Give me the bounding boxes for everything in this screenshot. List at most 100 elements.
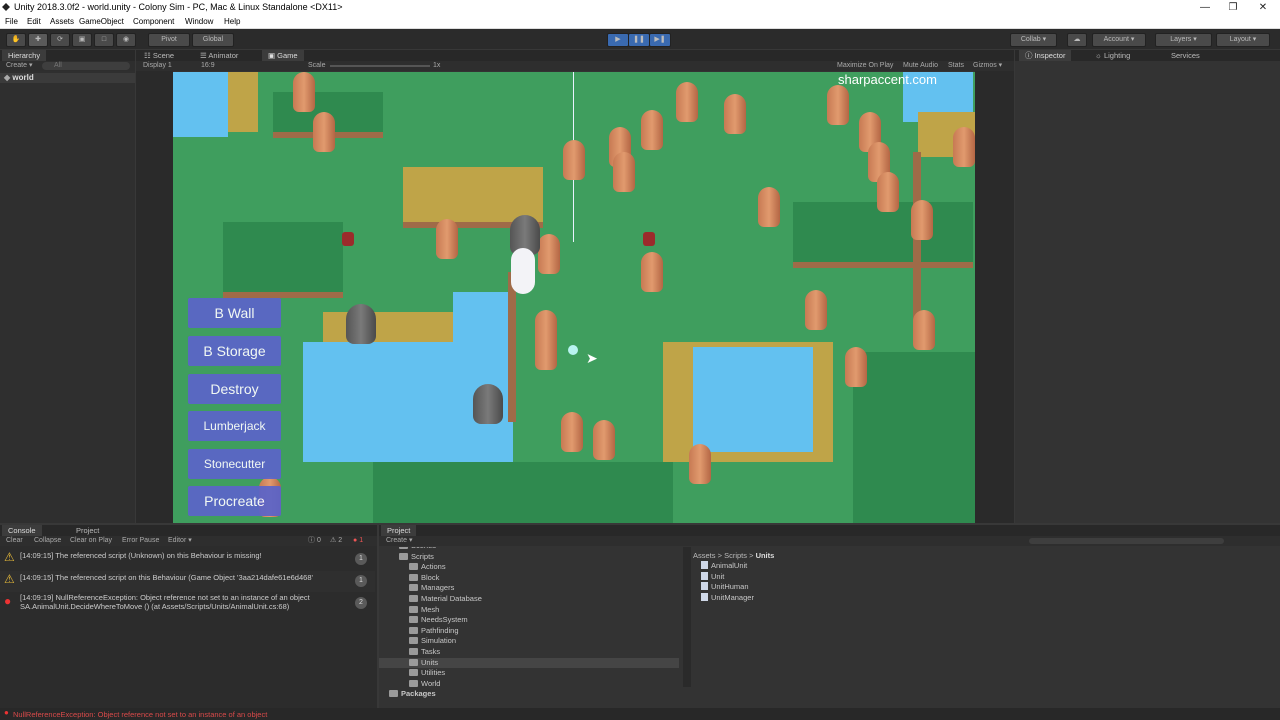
- project-tree-item[interactable]: Actions: [409, 562, 446, 572]
- tab-game[interactable]: ▣ Game: [262, 50, 304, 61]
- global-toggle[interactable]: Global: [192, 33, 234, 47]
- project-file-item[interactable]: UnitManager: [701, 592, 754, 603]
- breadcrumb-scripts[interactable]: Scripts: [724, 551, 747, 560]
- tab-hierarchy[interactable]: Hierarchy: [2, 50, 47, 61]
- project-create-button[interactable]: Create ▾: [386, 536, 412, 546]
- lumberjack-button[interactable]: Lumberjack: [188, 411, 281, 441]
- rect-tool-icon[interactable]: □: [94, 33, 114, 47]
- project-tree-item[interactable]: Packages: [389, 689, 436, 699]
- layout-dropdown[interactable]: Layout ▾: [1216, 33, 1270, 47]
- menu-gameobject[interactable]: GameObject: [79, 17, 124, 26]
- tree-stump: [911, 200, 933, 240]
- console-clear-on-play-toggle[interactable]: Clear on Play: [70, 536, 112, 546]
- console-log-entry[interactable]: ● [14:09:19] NullReferenceException: Obj…: [0, 593, 375, 614]
- project-tree-item[interactable]: Pathfinding: [409, 626, 459, 636]
- menu-assets[interactable]: Assets: [50, 17, 74, 26]
- project-tree-item[interactable]: Tasks: [409, 647, 440, 657]
- project-tree-item[interactable]: Block: [409, 573, 439, 583]
- game-viewport[interactable]: ➤ sharpaccent.com B Wall B Storage Destr…: [173, 72, 975, 523]
- tab-console[interactable]: Console: [2, 525, 42, 536]
- project-tree-item[interactable]: Scenes: [399, 547, 436, 551]
- gizmos-dropdown[interactable]: Gizmos ▾: [973, 61, 1002, 71]
- hierarchy-create-button[interactable]: Create ▾: [6, 61, 32, 71]
- file-label: Unit: [711, 571, 725, 581]
- project-file-item[interactable]: AnimalUnit: [701, 561, 747, 571]
- menu-component[interactable]: Component: [133, 17, 174, 26]
- maximize-on-play-toggle[interactable]: Maximize On Play: [837, 61, 893, 71]
- tab-inspector[interactable]: ⓘ Inspector: [1019, 50, 1072, 61]
- hand-tool-icon[interactable]: ✋: [6, 33, 26, 47]
- script-file-icon: [701, 571, 708, 580]
- mute-audio-toggle[interactable]: Mute Audio: [903, 61, 938, 71]
- destroy-button[interactable]: Destroy: [188, 374, 281, 404]
- project-tree-item[interactable]: Simulation: [409, 636, 456, 646]
- human-unit[interactable]: [643, 232, 655, 246]
- project-search-input[interactable]: [1029, 538, 1224, 544]
- cloud-icon[interactable]: ☁: [1067, 33, 1087, 47]
- error-count-badge[interactable]: ● 1: [353, 536, 363, 546]
- move-tool-icon[interactable]: ✚: [28, 33, 48, 47]
- menu-edit[interactable]: Edit: [27, 17, 41, 26]
- menu-help[interactable]: Help: [224, 17, 240, 26]
- project-tree-item[interactable]: Mesh: [409, 605, 439, 615]
- project-tree-item[interactable]: Scripts: [399, 552, 434, 562]
- console-collapse-toggle[interactable]: Collapse: [34, 536, 61, 546]
- maximize-button[interactable]: ❐: [1218, 0, 1248, 15]
- project-tree-item[interactable]: NeedsSystem: [409, 615, 468, 625]
- file-label: UnitHuman: [711, 582, 749, 591]
- project-file-item[interactable]: Unit: [701, 571, 725, 582]
- play-button-icon[interactable]: ▶: [607, 33, 629, 47]
- project-tree-scrollbar[interactable]: [683, 547, 691, 687]
- scale-tool-icon[interactable]: ▣: [72, 33, 92, 47]
- minimize-button[interactable]: —: [1190, 0, 1220, 15]
- transform-tool-icon[interactable]: ◉: [116, 33, 136, 47]
- stats-toggle[interactable]: Stats: [948, 61, 964, 71]
- tab-project[interactable]: Project: [381, 525, 417, 536]
- menu-window[interactable]: Window: [185, 17, 213, 26]
- tab-project-secondary[interactable]: Project: [70, 525, 105, 536]
- tab-animator[interactable]: ☰ Animator: [194, 50, 244, 61]
- console-error-pause-toggle[interactable]: Error Pause: [122, 536, 159, 546]
- project-tree-item[interactable]: World: [409, 679, 440, 689]
- project-tree-item[interactable]: Units: [379, 657, 679, 668]
- warn-count-badge[interactable]: ⚠ 2: [330, 536, 342, 546]
- human-unit[interactable]: [342, 232, 354, 246]
- sand-tile: [228, 72, 258, 132]
- breadcrumb-units[interactable]: Units: [756, 551, 775, 560]
- scale-slider[interactable]: [330, 65, 430, 67]
- hierarchy-row[interactable]: ◆ world: [0, 73, 135, 83]
- build-storage-button[interactable]: B Storage: [188, 336, 281, 366]
- layers-dropdown[interactable]: Layers ▾: [1155, 33, 1212, 47]
- display-dropdown[interactable]: Display 1: [143, 61, 172, 71]
- menu-file[interactable]: File: [5, 17, 18, 26]
- hierarchy-search-input[interactable]: All: [42, 62, 130, 70]
- water-pool: [693, 347, 813, 452]
- collab-dropdown[interactable]: Collab ▾: [1010, 33, 1057, 47]
- console-clear-button[interactable]: Clear: [6, 536, 23, 546]
- step-button-icon[interactable]: ▶❚: [649, 33, 671, 47]
- console-log-entry[interactable]: ⚠ [14:09:15] The referenced script on th…: [0, 571, 375, 592]
- pivot-toggle[interactable]: Pivot: [148, 33, 190, 47]
- pause-button-icon[interactable]: ❚❚: [628, 33, 650, 47]
- project-tree-item[interactable]: Managers: [409, 583, 454, 593]
- procreate-button[interactable]: Procreate: [188, 486, 281, 516]
- tab-scene[interactable]: ☷ Scene: [138, 50, 180, 61]
- animal-unit[interactable]: [511, 248, 535, 294]
- project-tree-item[interactable]: Material Database: [409, 594, 482, 604]
- stonecutter-button[interactable]: Stonecutter: [188, 449, 281, 479]
- aspect-dropdown[interactable]: 16:9: [201, 61, 215, 71]
- console-editor-dropdown[interactable]: Editor ▾: [168, 536, 192, 546]
- close-button[interactable]: ✕: [1248, 0, 1278, 15]
- tree-stump: [561, 412, 583, 452]
- project-tree-item[interactable]: Utilities: [409, 668, 445, 678]
- build-wall-button[interactable]: B Wall: [188, 298, 281, 328]
- rotate-tool-icon[interactable]: ⟳: [50, 33, 70, 47]
- status-message[interactable]: NullReferenceException: Object reference…: [13, 710, 267, 719]
- tab-services[interactable]: Services: [1165, 50, 1206, 61]
- info-count-badge[interactable]: ⓘ 0: [308, 536, 321, 546]
- console-log-entry[interactable]: ⚠ [14:09:15] The referenced script (Unkn…: [0, 549, 375, 570]
- tab-lighting[interactable]: ☼ Lighting: [1089, 50, 1136, 61]
- account-dropdown[interactable]: Account ▾: [1092, 33, 1146, 47]
- project-file-item[interactable]: UnitHuman: [701, 582, 749, 592]
- breadcrumb-assets[interactable]: Assets: [693, 551, 716, 560]
